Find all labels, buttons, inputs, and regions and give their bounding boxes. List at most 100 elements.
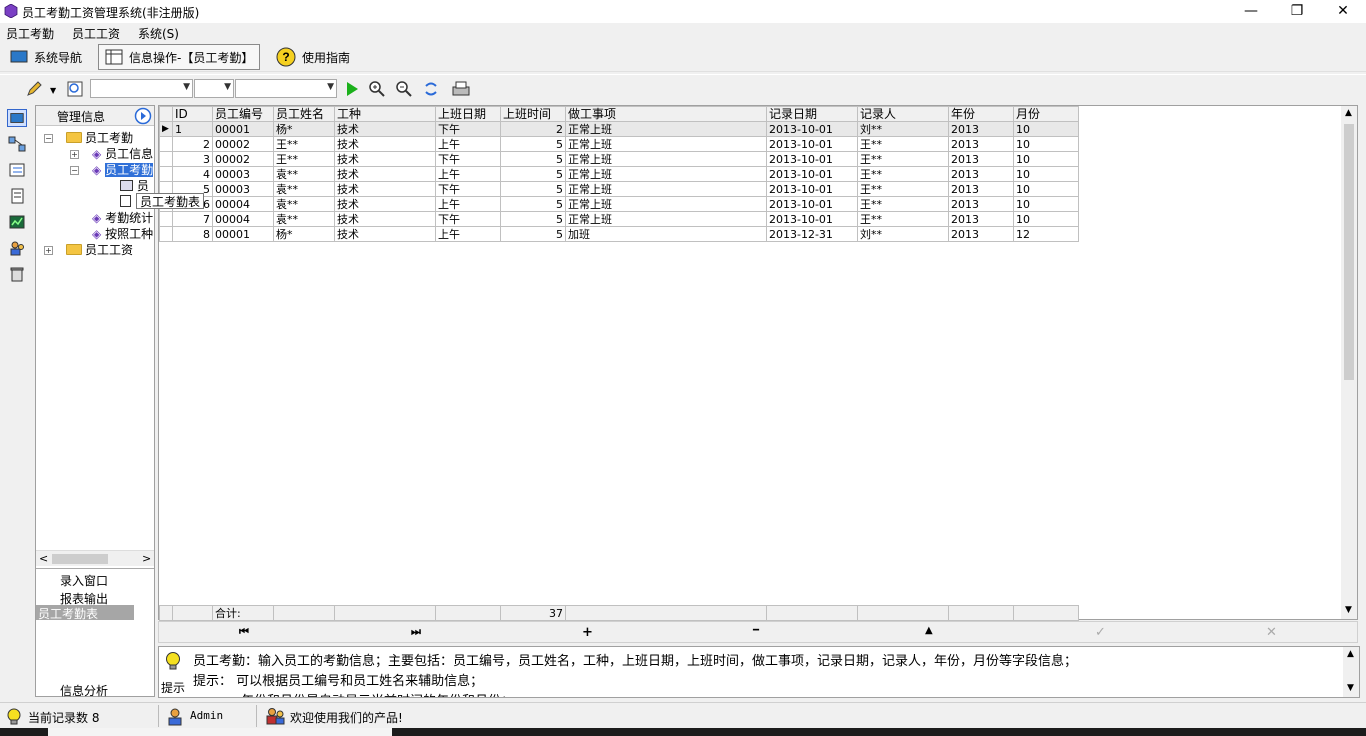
table-cell[interactable]: 5: [500, 136, 566, 152]
table-cell[interactable]: 技术: [334, 211, 436, 227]
table-cell[interactable]: 4: [172, 166, 213, 182]
table-cell[interactable]: 10: [1013, 121, 1079, 137]
table-cell[interactable]: 2013-10-01: [766, 136, 858, 152]
table-row[interactable]: ▶ 1 00001 杨* 技术 下午 2 正常上班 2013-10-01 刘** 2013 10: [159, 121, 1079, 137]
edit-pencil-icon[interactable]: [25, 80, 43, 98]
table-cell[interactable]: 5: [500, 166, 566, 182]
scroll-up-icon[interactable]: ▲: [1345, 108, 1352, 118]
minimize-button[interactable]: —: [1228, 0, 1274, 22]
table-cell[interactable]: 正常上班: [565, 166, 767, 182]
tree-node-employee-info[interactable]: ◈ 员工信息: [92, 146, 154, 162]
column-header[interactable]: 员工编号: [212, 106, 274, 122]
row-indicator[interactable]: [159, 166, 173, 182]
table-cell[interactable]: 10: [1013, 136, 1079, 152]
preview-icon[interactable]: [66, 80, 84, 98]
collapse-icon[interactable]: −: [44, 134, 53, 143]
table-cell[interactable]: 2013: [948, 196, 1014, 212]
expand-icon[interactable]: +: [70, 150, 79, 159]
table-cell[interactable]: 上午: [435, 226, 501, 242]
tree-node-attendance-stats[interactable]: ◈ 考勤统计: [92, 210, 154, 226]
table-cell[interactable]: 1: [172, 121, 213, 137]
table-row[interactable]: 6 00004 袁** 技术 上午 5 正常上班 2013-10-01 王** 2013 10: [159, 196, 1079, 212]
chart-icon[interactable]: [7, 213, 27, 231]
row-indicator[interactable]: [159, 226, 173, 242]
table-cell[interactable]: 2: [172, 136, 213, 152]
table-cell[interactable]: 技术: [334, 196, 436, 212]
table-cell[interactable]: 00003: [212, 181, 274, 197]
tree-node-salary[interactable]: 员工工资: [66, 242, 133, 258]
table-cell[interactable]: 3: [172, 151, 213, 167]
table-cell[interactable]: 10: [1013, 181, 1079, 197]
table-row[interactable]: 3 00002 王** 技术 下午 5 正常上班 2013-10-01 王** 2013 10: [159, 151, 1079, 167]
table-cell[interactable]: 2013: [948, 136, 1014, 152]
column-header[interactable]: 年份: [948, 106, 1014, 122]
table-cell[interactable]: 2013-10-01: [766, 181, 858, 197]
table-cell[interactable]: 5: [500, 181, 566, 197]
tree-node-employee-attendance[interactable]: ◈ 员工考勤: [92, 162, 154, 178]
table-cell[interactable]: 正常上班: [565, 181, 767, 197]
users-icon[interactable]: [7, 239, 27, 257]
column-header[interactable]: 记录人: [857, 106, 949, 122]
trash-icon[interactable]: [7, 265, 27, 283]
menu-entry-window[interactable]: 录入窗口: [60, 572, 108, 589]
monitor-icon[interactable]: [7, 109, 27, 127]
table-cell[interactable]: 5: [500, 211, 566, 227]
table-cell[interactable]: 王**: [273, 151, 335, 167]
table-cell[interactable]: 00003: [212, 166, 274, 182]
table-cell[interactable]: 技术: [334, 136, 436, 152]
restore-button[interactable]: ❐: [1274, 0, 1320, 22]
last-record-button[interactable]: ⏭: [411, 625, 421, 639]
row-indicator[interactable]: [159, 136, 173, 152]
table-cell[interactable]: 杨*: [273, 121, 335, 137]
column-header[interactable]: 员工姓名: [273, 106, 335, 122]
table-row[interactable]: 5 00003 袁** 技术 下午 5 正常上班 2013-10-01 王** 2013 10: [159, 181, 1079, 197]
table-cell[interactable]: 2013: [948, 211, 1014, 227]
table-cell[interactable]: 2013: [948, 151, 1014, 167]
scroll-down-icon[interactable]: ▼: [1347, 683, 1354, 693]
table-cell[interactable]: 正常上班: [565, 196, 767, 212]
table-cell[interactable]: 2013-10-01: [766, 211, 858, 227]
menu-attendance-table[interactable]: 员工考勤表: [36, 605, 134, 621]
table-cell[interactable]: 00001: [212, 226, 274, 242]
table-cell[interactable]: 技术: [334, 181, 436, 197]
table-cell[interactable]: 王**: [857, 166, 949, 182]
table-cell[interactable]: 00001: [212, 121, 274, 137]
zoom-out-icon[interactable]: [395, 80, 413, 98]
tree-node-by-job-type[interactable]: ◈ 按照工种: [92, 226, 154, 242]
table-cell[interactable]: 2013: [948, 181, 1014, 197]
table-cell[interactable]: 刘**: [857, 226, 949, 242]
table-cell[interactable]: 00004: [212, 211, 274, 227]
table-cell[interactable]: 下午: [435, 151, 501, 167]
table-cell[interactable]: 8: [172, 226, 213, 242]
table-cell[interactable]: 下午: [435, 181, 501, 197]
table-cell[interactable]: 袁**: [273, 211, 335, 227]
column-header[interactable]: 做工事项: [565, 106, 767, 122]
column-header[interactable]: 月份: [1013, 106, 1079, 122]
post-record-button[interactable]: ✓: [1095, 625, 1106, 640]
table-cell[interactable]: 10: [1013, 166, 1079, 182]
column-header[interactable]: 上班日期: [435, 106, 501, 122]
table-cell[interactable]: 2013: [948, 166, 1014, 182]
table-cell[interactable]: 2: [500, 121, 566, 137]
menu-info-analysis[interactable]: 信息分析: [60, 682, 108, 699]
table-cell[interactable]: 2013: [948, 121, 1014, 137]
menu-system[interactable]: 系统(S): [138, 25, 179, 42]
table-cell[interactable]: 上午: [435, 136, 501, 152]
table-cell[interactable]: 上午: [435, 166, 501, 182]
table-cell[interactable]: 王**: [857, 196, 949, 212]
table-row[interactable]: 7 00004 袁** 技术 下午 5 正常上班 2013-10-01 王** 2013 10: [159, 211, 1079, 227]
run-query-icon[interactable]: [343, 80, 361, 98]
table-cell[interactable]: 正常上班: [565, 151, 767, 167]
table-cell[interactable]: 正常上班: [565, 136, 767, 152]
cancel-record-button[interactable]: ✕: [1266, 625, 1277, 640]
table-cell[interactable]: 2013: [948, 226, 1014, 242]
tree-node-attendance-table[interactable]: [120, 194, 131, 210]
edit-record-button[interactable]: ▲: [925, 625, 933, 636]
table-cell[interactable]: 上午: [435, 196, 501, 212]
menu-attendance[interactable]: 员工考勤: [6, 25, 54, 42]
delete-record-button[interactable]: ━: [753, 625, 759, 636]
refresh-icon[interactable]: [422, 80, 440, 98]
scroll-left-icon[interactable]: <: [39, 552, 48, 565]
column-header[interactable]: 工种: [334, 106, 436, 122]
table-cell[interactable]: 正常上班: [565, 211, 767, 227]
